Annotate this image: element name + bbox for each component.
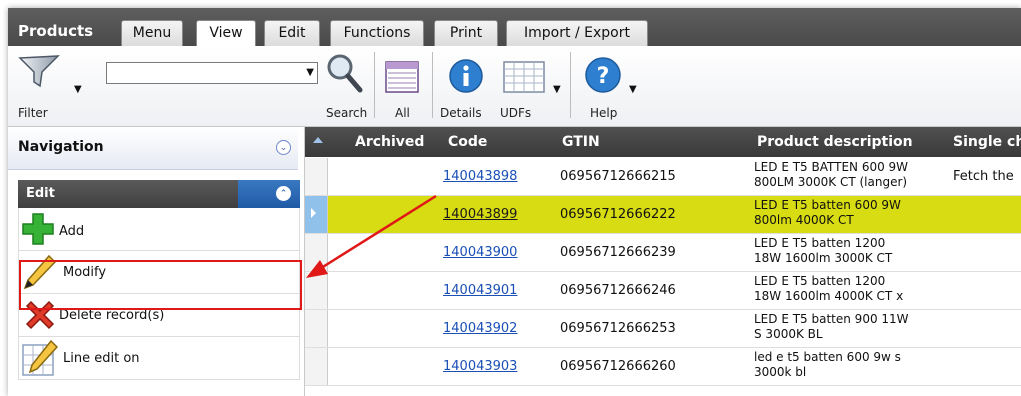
description-line-2: 3000k bl (754, 365, 807, 379)
tab-bar: Products Menu View Edit Functions Print … (8, 8, 1021, 47)
edit-section-header[interactable]: Edit ⌃ (18, 180, 300, 208)
navigation-header[interactable]: Navigation ⌄ (8, 127, 298, 170)
filter-button[interactable] (14, 52, 70, 88)
description-line-2: S 3000K BL (754, 327, 823, 341)
table-row[interactable]: 140043902 06956712666253 LED E T5 batten… (305, 310, 1021, 348)
plus-icon (22, 213, 54, 245)
filter-label: Filter (18, 106, 48, 120)
annotation-arrow (306, 194, 437, 278)
search-combo[interactable]: ▼ (106, 62, 318, 84)
app-title: Products (18, 22, 94, 40)
description-cell: LED E T5 batten 1200 18W 1600lm 4000K CT… (754, 274, 954, 304)
search-label: Search (326, 106, 368, 120)
tab-edit[interactable]: Edit (264, 20, 320, 46)
tab-print[interactable]: Print (434, 20, 498, 46)
double-chevron-down-icon[interactable]: ⌄ (276, 140, 291, 155)
col-archived[interactable]: Archived (355, 134, 424, 150)
grid-header: Archived Code GTIN Product description S… (305, 127, 1021, 157)
navigation-label: Navigation (18, 139, 104, 155)
description-line-1: LED E T5 batten 600 9W (754, 198, 901, 212)
line-edit-icon (22, 339, 59, 376)
grid-table-icon (503, 61, 545, 93)
funnel-icon (18, 55, 60, 88)
svg-text:?: ? (597, 64, 610, 89)
collapse-button[interactable]: ⌃ (238, 180, 300, 208)
toolbar-separator (374, 52, 375, 118)
search-icon (327, 54, 363, 93)
details-label: Details (440, 106, 482, 120)
tab-menu[interactable]: Menu (121, 20, 183, 46)
toolbar-separator (570, 52, 571, 118)
code-link[interactable]: 140043900 (443, 245, 517, 260)
add-label: Add (59, 224, 85, 239)
code-link[interactable]: 140043902 (443, 321, 517, 336)
gtin-cell: 06956712666222 (560, 207, 676, 222)
description-line-1: LED E T5 batten 1200 (754, 274, 886, 288)
double-chevron-up-icon: ⌃ (276, 186, 291, 201)
tab-view[interactable]: View (196, 20, 256, 47)
row-selector[interactable] (305, 310, 328, 347)
code-link[interactable]: 140043899 (443, 207, 517, 222)
add-action[interactable]: Add (18, 208, 300, 251)
description-line-2: 800LM 3000K CT (langer) (754, 175, 908, 189)
all-button[interactable] (384, 60, 420, 94)
gtin-cell: 06956712666253 (560, 321, 676, 336)
list-all-icon (385, 61, 419, 93)
udfs-button[interactable] (502, 60, 546, 94)
sort-up-icon[interactable] (313, 137, 323, 143)
modify-highlight-box (19, 260, 302, 310)
help-button[interactable]: ? (584, 56, 622, 94)
gtin-cell: 06956712666215 (560, 169, 676, 184)
description-line-1: LED E T5 BATTEN 600 9W (754, 160, 909, 174)
description-cell: LED E T5 batten 1200 18W 1600lm 3000K CT (754, 236, 954, 266)
tab-functions[interactable]: Functions (330, 20, 424, 46)
help-label: Help (590, 106, 618, 120)
description-cell: LED E T5 batten 600 9W 800lm 4000K CT (754, 198, 954, 228)
line-edit-on-label: Line edit on (63, 351, 140, 366)
udfs-label: UDFs (500, 106, 532, 120)
tab-import-export[interactable]: Import / Export (506, 20, 648, 46)
description-line-1: LED E T5 batten 900 11W (754, 312, 909, 326)
col-single-ch[interactable]: Single ch (953, 134, 1021, 150)
code-link[interactable]: 140043903 (443, 359, 517, 374)
description-line-2: 18W 1600lm 4000K CT x (754, 289, 904, 303)
description-line-1: led e t5 batten 600 9w s (754, 350, 901, 364)
help-dropdown-arrow[interactable]: ▼ (629, 84, 637, 95)
code-link[interactable]: 140043901 (443, 283, 517, 298)
description-cell: LED E T5 batten 900 11W S 3000K BL (754, 312, 954, 342)
table-row[interactable]: 140043903 06956712666260 led e t5 batten… (305, 348, 1021, 386)
gtin-cell: 06956712666260 (560, 359, 676, 374)
col-gtin[interactable]: GTIN (562, 134, 600, 150)
chevron-down-icon: ▼ (306, 67, 314, 78)
all-label: All (395, 106, 410, 120)
edit-section-label: Edit (26, 186, 55, 201)
col-product-description[interactable]: Product description (757, 134, 913, 150)
gtin-cell: 06956712666246 (560, 283, 676, 298)
app-window: Products Menu View Edit Functions Print … (8, 8, 1021, 396)
toolbar-separator (432, 52, 433, 118)
code-link[interactable]: 140043898 (443, 169, 517, 184)
description-line-2: 18W 1600lm 3000K CT (754, 251, 893, 265)
description-cell: LED E T5 BATTEN 600 9W 800LM 3000K CT (l… (754, 160, 954, 190)
line-edit-on-action[interactable]: Line edit on (18, 337, 300, 380)
filter-dropdown-arrow[interactable]: ▼ (74, 84, 82, 95)
single-ch-cell: Fetch the (953, 169, 1014, 184)
gtin-cell: 06956712666239 (560, 245, 676, 260)
description-line-1: LED E T5 batten 1200 (754, 236, 886, 250)
row-selector[interactable] (305, 348, 328, 385)
delete-records-label: Delete record(s) (59, 308, 165, 323)
help-icon: ? (585, 57, 621, 93)
description-cell: led e t5 batten 600 9w s 3000k bl (754, 350, 954, 380)
col-code[interactable]: Code (448, 134, 487, 150)
search-button[interactable] (324, 52, 364, 96)
info-icon (449, 59, 483, 93)
udfs-dropdown-arrow[interactable]: ▼ (553, 84, 561, 95)
details-button[interactable] (448, 58, 484, 94)
description-line-2: 800lm 4000K CT (754, 213, 854, 227)
